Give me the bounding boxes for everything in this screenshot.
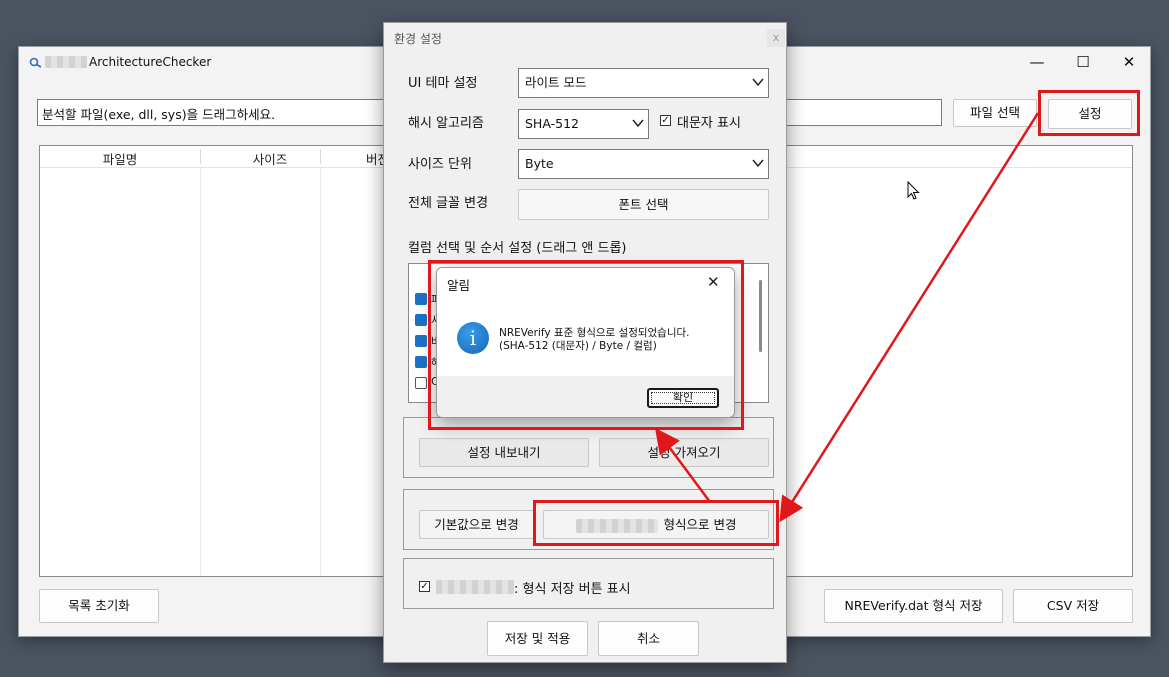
arrow-settings-to-format (779, 112, 1040, 523)
annotation-arrows (655, 112, 1040, 523)
arrow-format-to-alert (655, 427, 712, 503)
